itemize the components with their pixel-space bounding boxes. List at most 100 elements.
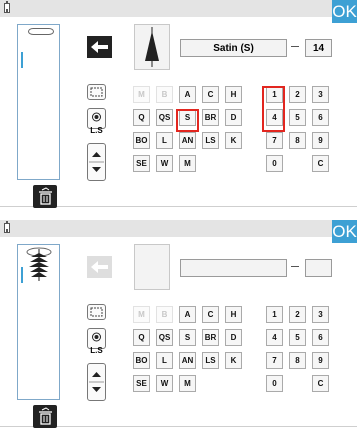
key-an[interactable]: AN bbox=[179, 132, 196, 149]
key-a[interactable]: A bbox=[179, 86, 196, 103]
key-an[interactable]: AN bbox=[179, 352, 196, 369]
key-c[interactable]: C bbox=[312, 375, 329, 392]
back-arrow-button[interactable] bbox=[87, 36, 112, 58]
key-h[interactable]: H bbox=[225, 306, 242, 323]
key-m-disabled: M bbox=[133, 86, 150, 103]
key-m-disabled: M bbox=[133, 306, 150, 323]
key-bo[interactable]: BO bbox=[133, 352, 150, 369]
separator-dash bbox=[291, 46, 299, 47]
key-m[interactable]: M bbox=[179, 375, 196, 392]
scroll-buttons[interactable] bbox=[87, 363, 106, 401]
key-se[interactable]: SE bbox=[133, 375, 150, 392]
delete-button[interactable] bbox=[33, 185, 57, 208]
key-d[interactable]: D bbox=[225, 109, 242, 126]
key-br[interactable]: BR bbox=[202, 109, 219, 126]
scroll-arrows bbox=[89, 152, 104, 172]
key-1[interactable]: 1 bbox=[266, 306, 283, 323]
stitch-name-field[interactable] bbox=[180, 259, 287, 277]
select-frame-button[interactable] bbox=[87, 304, 106, 320]
stitch-list[interactable] bbox=[17, 244, 60, 400]
key-c[interactable]: C bbox=[312, 155, 329, 172]
key-q[interactable]: Q bbox=[133, 329, 150, 346]
key-2[interactable]: 2 bbox=[289, 306, 306, 323]
ok-button[interactable]: OK bbox=[332, 0, 357, 23]
stitch-thumbnail[interactable] bbox=[18, 245, 59, 285]
scroll-buttons[interactable] bbox=[87, 143, 106, 181]
select-frame-button[interactable] bbox=[87, 84, 106, 100]
arrow-down-icon[interactable] bbox=[92, 167, 101, 172]
stitch-number-field[interactable]: 14 bbox=[305, 39, 332, 57]
key-qs[interactable]: QS bbox=[156, 329, 173, 346]
key-l[interactable]: L bbox=[156, 132, 173, 149]
key-5[interactable]: 5 bbox=[289, 329, 306, 346]
battery-icon bbox=[4, 221, 10, 233]
scroll-arrows bbox=[89, 372, 104, 392]
key-7[interactable]: 7 bbox=[266, 132, 283, 149]
back-arrow-button[interactable] bbox=[87, 256, 112, 278]
dashed-frame-icon bbox=[90, 307, 103, 317]
stitch-list[interactable] bbox=[17, 24, 60, 180]
stitch-preview-icon bbox=[145, 27, 159, 67]
key-s[interactable]: S bbox=[179, 329, 196, 346]
key-8[interactable]: 8 bbox=[289, 132, 306, 149]
stitch-number-field[interactable] bbox=[305, 259, 332, 277]
key-ls[interactable]: LS bbox=[202, 352, 219, 369]
ls-label: L.S bbox=[90, 346, 103, 355]
key-l[interactable]: L bbox=[156, 352, 173, 369]
key-0[interactable]: 0 bbox=[266, 375, 283, 392]
key-3[interactable]: 3 bbox=[312, 86, 329, 103]
key-5[interactable]: 5 bbox=[289, 109, 306, 126]
key-d[interactable]: D bbox=[225, 329, 242, 346]
key-k[interactable]: K bbox=[225, 352, 242, 369]
key-q[interactable]: Q bbox=[133, 109, 150, 126]
key-4[interactable]: 4 bbox=[266, 329, 283, 346]
ls-button[interactable]: L.S bbox=[87, 328, 106, 355]
key-9[interactable]: 9 bbox=[312, 352, 329, 369]
key-k[interactable]: K bbox=[225, 132, 242, 149]
key-b-disabled: B bbox=[156, 86, 173, 103]
ls-label: L.S bbox=[90, 126, 103, 135]
key-3[interactable]: 3 bbox=[312, 306, 329, 323]
list-cursor bbox=[21, 52, 23, 68]
status-bar bbox=[0, 220, 357, 237]
key-2[interactable]: 2 bbox=[289, 86, 306, 103]
trash-icon bbox=[39, 187, 52, 205]
key-8[interactable]: 8 bbox=[289, 352, 306, 369]
arrow-down-icon[interactable] bbox=[92, 387, 101, 392]
key-h[interactable]: H bbox=[225, 86, 242, 103]
dashed-frame-icon bbox=[90, 87, 103, 97]
status-bar bbox=[0, 0, 357, 17]
key-qs[interactable]: QS bbox=[156, 109, 173, 126]
panel-1: OK Satin (S) 14 L.S M B A C H Q QS S BR … bbox=[0, 0, 357, 208]
key-6[interactable]: 6 bbox=[312, 109, 329, 126]
key-m[interactable]: M bbox=[179, 155, 196, 172]
battery-icon bbox=[4, 1, 10, 13]
arrow-up-icon[interactable] bbox=[92, 152, 101, 157]
ls-button[interactable]: L.S bbox=[87, 108, 106, 135]
ls-radio-icon bbox=[92, 332, 101, 342]
key-br[interactable]: BR bbox=[202, 329, 219, 346]
key-7[interactable]: 7 bbox=[266, 352, 283, 369]
key-b-disabled: B bbox=[156, 306, 173, 323]
key-6[interactable]: 6 bbox=[312, 329, 329, 346]
key-w[interactable]: W bbox=[156, 375, 173, 392]
key-ls[interactable]: LS bbox=[202, 132, 219, 149]
ls-radio-icon bbox=[92, 112, 101, 122]
key-se[interactable]: SE bbox=[133, 155, 150, 172]
arrow-up-icon[interactable] bbox=[92, 372, 101, 377]
key-bo[interactable]: BO bbox=[133, 132, 150, 149]
key-c[interactable]: C bbox=[202, 306, 219, 323]
key-w[interactable]: W bbox=[156, 155, 173, 172]
ok-button[interactable]: OK bbox=[332, 220, 357, 243]
list-item-outline[interactable] bbox=[28, 28, 54, 35]
delete-button[interactable] bbox=[33, 405, 57, 428]
trash-icon bbox=[39, 407, 52, 425]
arrow-left-icon bbox=[91, 41, 108, 53]
key-a[interactable]: A bbox=[179, 306, 196, 323]
key-0[interactable]: 0 bbox=[266, 155, 283, 172]
separator-dash bbox=[291, 266, 299, 267]
key-c[interactable]: C bbox=[202, 86, 219, 103]
stitch-name-field[interactable]: Satin (S) bbox=[180, 39, 287, 57]
key-9[interactable]: 9 bbox=[312, 132, 329, 149]
arrow-left-icon bbox=[91, 261, 108, 273]
